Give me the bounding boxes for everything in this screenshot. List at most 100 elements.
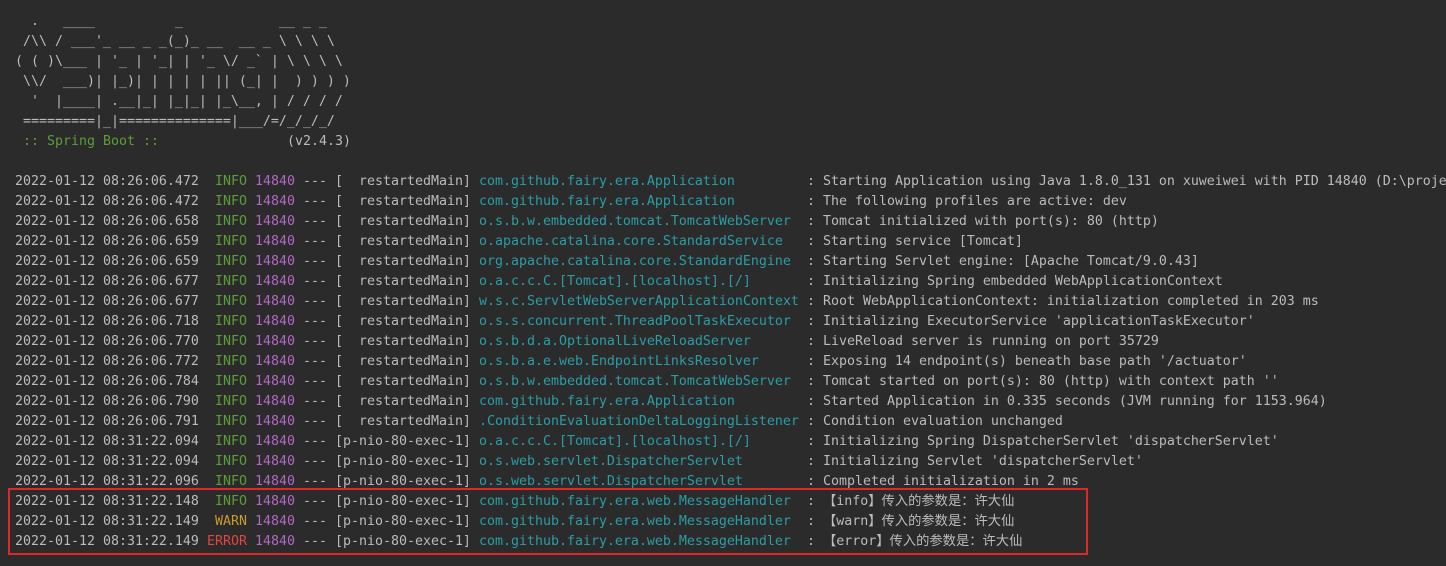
log-timestamp: 2022-01-12 08:26:06.659: [15, 254, 199, 269]
log-list: 2022-01-12 08:26:06.472 INFO 14840 --- [ res…: [15, 172, 1446, 552]
log-delimiter: :: [807, 174, 815, 189]
log-thread: [ restartedMain]: [335, 174, 471, 189]
log-message: Tomcat started on port(s): 80 (http) wit…: [823, 374, 1279, 389]
log-logger: o.s.b.d.a.OptionalLiveReloadServer: [479, 334, 751, 349]
log-level: INFO: [215, 434, 247, 449]
log-level: ERROR: [207, 534, 247, 549]
log-separator: ---: [303, 334, 327, 349]
log-message: 【error】传入的参数是：许大仙: [823, 534, 1023, 549]
log-line: 2022-01-12 08:26:06.791 INFO 14840 --- [ res…: [15, 412, 1446, 432]
log-logger: com.github.fairy.era.web.MessageHandler: [479, 534, 791, 549]
log-delimiter: :: [807, 374, 815, 389]
log-thread: [p-nio-80-exec-1]: [335, 514, 471, 529]
log-logger: com.github.fairy.era.web.MessageHandler: [479, 494, 791, 509]
log-message: Initializing ExecutorService 'applicatio…: [823, 314, 1255, 329]
log-pid: 14840: [255, 194, 295, 209]
log-timestamp: 2022-01-12 08:26:06.658: [15, 214, 199, 229]
log-level: INFO: [215, 454, 247, 469]
log-message: Initializing Spring DispatcherServlet 'd…: [823, 434, 1279, 449]
log-separator: ---: [303, 294, 327, 309]
log-level: INFO: [215, 274, 247, 289]
log-delimiter: :: [807, 434, 815, 449]
log-pid: 14840: [255, 434, 295, 449]
log-level: INFO: [215, 394, 247, 409]
log-timestamp: 2022-01-12 08:31:22.094: [15, 434, 199, 449]
log-line: 2022-01-12 08:26:06.472 INFO 14840 --- [ res…: [15, 172, 1446, 192]
log-line: 2022-01-12 08:26:06.677 INFO 14840 --- [ res…: [15, 292, 1446, 312]
log-logger: com.github.fairy.era.Application: [479, 174, 735, 189]
log-delimiter: :: [807, 414, 815, 429]
log-thread: [p-nio-80-exec-1]: [335, 494, 471, 509]
log-timestamp: 2022-01-12 08:26:06.784: [15, 374, 199, 389]
log-message: Initializing Servlet 'dispatcherServlet': [823, 454, 1143, 469]
banner-art-line: ( ( )\___ | '_ | '_| | '_ \/ _` | \ \ \ …: [15, 54, 343, 69]
log-pid: 14840: [255, 254, 295, 269]
log-timestamp: 2022-01-12 08:26:06.472: [15, 194, 199, 209]
log-message: Condition evaluation unchanged: [823, 414, 1063, 429]
log-message: 【info】传入的参数是：许大仙: [823, 494, 1015, 509]
log-line: 2022-01-12 08:26:06.770 INFO 14840 --- [ res…: [15, 332, 1446, 352]
log-pid: 14840: [255, 354, 295, 369]
log-timestamp: 2022-01-12 08:31:22.149: [15, 534, 199, 549]
log-message: Started Application in 0.335 seconds (JV…: [823, 394, 1327, 409]
log-line: 2022-01-12 08:26:06.772 INFO 14840 --- [ res…: [15, 352, 1446, 372]
log-separator: ---: [303, 314, 327, 329]
log-logger: o.s.web.servlet.DispatcherServlet: [479, 454, 743, 469]
log-line: 2022-01-12 08:26:06.784 INFO 14840 --- [ res…: [15, 372, 1446, 392]
log-logger: o.s.web.servlet.DispatcherServlet: [479, 474, 743, 489]
log-separator: ---: [303, 194, 327, 209]
log-timestamp: 2022-01-12 08:26:06.472: [15, 174, 199, 189]
log-delimiter: :: [807, 214, 815, 229]
log-delimiter: :: [807, 514, 815, 529]
log-level: INFO: [215, 354, 247, 369]
log-message: The following profiles are active: dev: [823, 194, 1127, 209]
log-pid: 14840: [255, 234, 295, 249]
log-timestamp: 2022-01-12 08:31:22.149: [15, 514, 199, 529]
log-pid: 14840: [255, 334, 295, 349]
log-line: 2022-01-12 08:31:22.149 WARN 14840 --- [p-ni…: [15, 512, 1446, 532]
log-logger: com.github.fairy.era.web.MessageHandler: [479, 514, 791, 529]
console-output[interactable]: . ____ _ __ _ _ /\\ / ___'_ __ _ _(_)_ _…: [0, 0, 1446, 566]
log-level: INFO: [215, 334, 247, 349]
log-logger: o.apache.catalina.core.StandardService: [479, 234, 783, 249]
log-delimiter: :: [807, 474, 815, 489]
log-thread: [ restartedMain]: [335, 234, 471, 249]
log-message: LiveReload server is running on port 357…: [823, 334, 1159, 349]
log-separator: ---: [303, 234, 327, 249]
log-thread: [ restartedMain]: [335, 194, 471, 209]
log-thread: [ restartedMain]: [335, 254, 471, 269]
log-pid: 14840: [255, 414, 295, 429]
log-delimiter: :: [807, 314, 815, 329]
log-separator: ---: [303, 274, 327, 289]
log-separator: ---: [303, 214, 327, 229]
log-pid: 14840: [255, 374, 295, 389]
log-level: INFO: [215, 414, 247, 429]
log-logger: o.a.c.c.C.[Tomcat].[localhost].[/]: [479, 274, 751, 289]
log-separator: ---: [303, 454, 327, 469]
log-level: INFO: [215, 234, 247, 249]
log-delimiter: :: [807, 334, 815, 349]
log-pid: 14840: [255, 534, 295, 549]
log-level: INFO: [215, 214, 247, 229]
log-message: Tomcat initialized with port(s): 80 (htt…: [823, 214, 1159, 229]
log-separator: ---: [303, 374, 327, 389]
log-delimiter: :: [807, 354, 815, 369]
log-message: Root WebApplicationContext: initializati…: [823, 294, 1319, 309]
log-thread: [ restartedMain]: [335, 314, 471, 329]
log-message: Exposing 14 endpoint(s) beneath base pat…: [823, 354, 1247, 369]
banner-art-line: \\/ ___)| |_)| | | | | || (_| | ) ) ) ): [15, 74, 351, 89]
banner-tag-line: :: Spring Boot :: (v2.4.3): [15, 132, 1446, 152]
banner-art-line: /\\ / ___'_ __ _ _(_)_ __ __ _ \ \ \ \: [15, 34, 335, 49]
log-level: INFO: [215, 294, 247, 309]
log-thread: [ restartedMain]: [335, 354, 471, 369]
log-thread: [ restartedMain]: [335, 414, 471, 429]
log-level: INFO: [215, 254, 247, 269]
log-logger: o.s.b.a.e.web.EndpointLinksResolver: [479, 354, 759, 369]
spring-boot-version: (v2.4.3): [287, 134, 351, 149]
log-level: INFO: [215, 374, 247, 389]
log-timestamp: 2022-01-12 08:26:06.659: [15, 234, 199, 249]
log-separator: ---: [303, 494, 327, 509]
spring-boot-label: :: Spring Boot ::: [23, 134, 159, 149]
log-message: Initializing Spring embedded WebApplicat…: [823, 274, 1223, 289]
log-delimiter: :: [807, 234, 815, 249]
